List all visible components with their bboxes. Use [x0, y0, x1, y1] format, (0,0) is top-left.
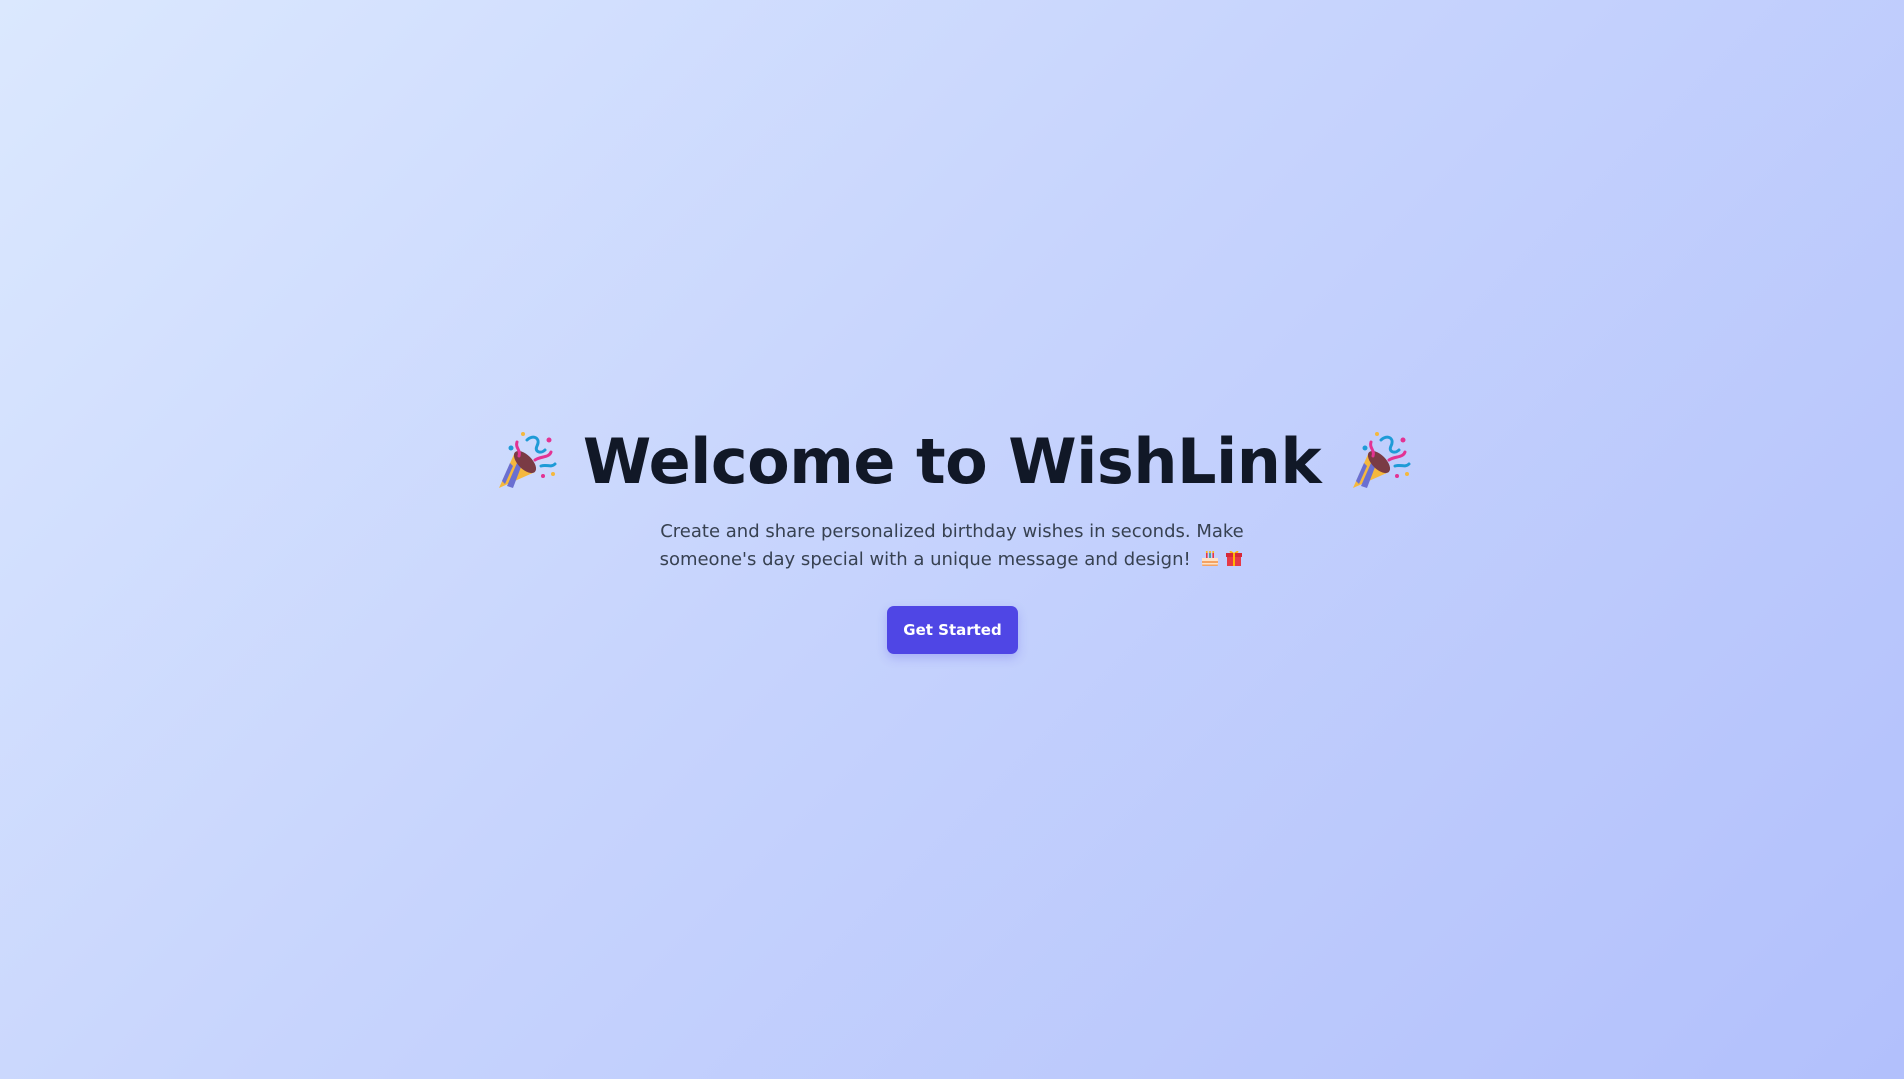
party-popper-icon [498, 432, 557, 488]
gift-icon [1226, 550, 1243, 566]
subtitle-text: Create and share personalized birthday w… [659, 521, 1244, 570]
birthday-cake-icon [1202, 551, 1219, 566]
title-row: Welcome to WishLink [0, 420, 1904, 504]
get-started-button[interactable]: Get Started [887, 606, 1018, 654]
hero-section: Welcome to WishLink Create and share per… [0, 0, 1904, 1079]
page-title: Welcome to WishLink [582, 425, 1322, 498]
party-popper-icon [1353, 432, 1411, 488]
hero-subtitle: Create and share personalized birthday w… [622, 518, 1282, 574]
